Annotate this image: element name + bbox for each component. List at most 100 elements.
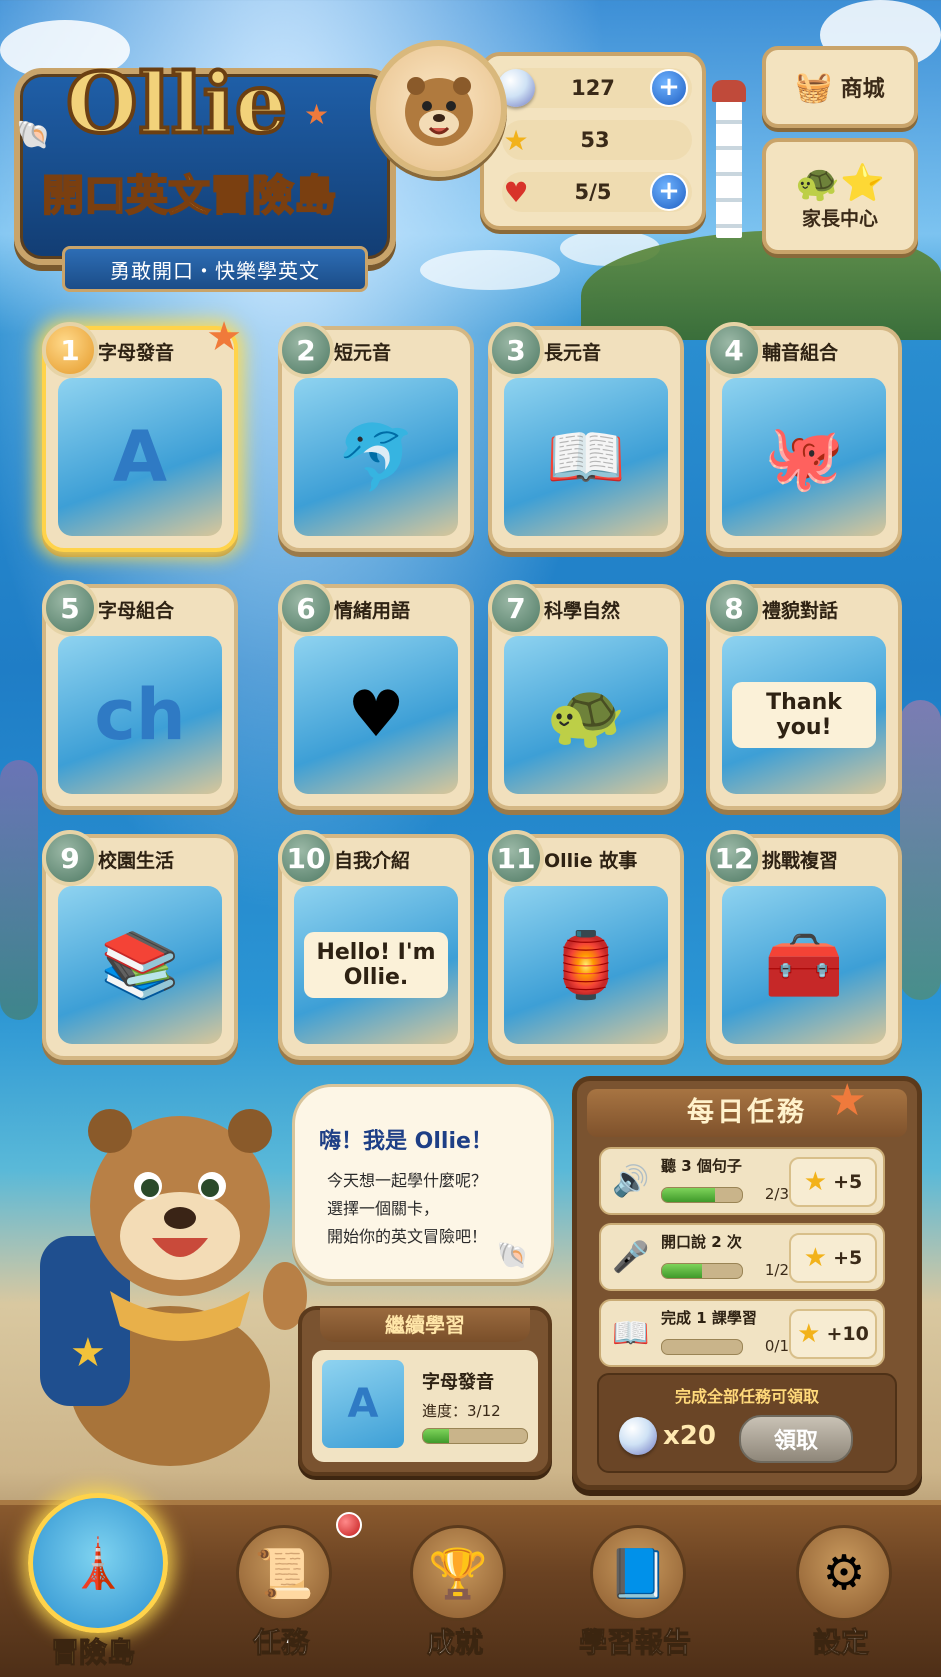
daily-tasks-panel: 每日任務 ★ 🔊 聽 3 個句子 2/3 ★ +5 🎤 開口說 2 次 1/2 ★… xyxy=(572,1075,922,1490)
level-card-10[interactable]: 10 自我介紹 Hello! I'm Ollie. xyxy=(278,830,474,1060)
level-number: 3 xyxy=(488,322,544,378)
task-count: 0/1 xyxy=(764,1337,789,1355)
lesson-progress-fill xyxy=(423,1429,449,1443)
task-reward: ★ +5 xyxy=(789,1233,877,1283)
logo-subtitle: 開口英文冒險島 xyxy=(41,170,337,221)
pearl-stat: 127 + xyxy=(497,68,692,108)
speaker-icon: 🔊 xyxy=(612,1163,650,1199)
task-progress-bar xyxy=(661,1187,743,1203)
level-card-5[interactable]: 5 字母組合 ch xyxy=(42,580,238,810)
level-title: 字母組合 xyxy=(98,600,175,622)
level-card-3[interactable]: 3 長元音 📖 xyxy=(488,322,684,552)
speech-line: 今天想一起學什麼呢？ xyxy=(327,1171,488,1190)
level-card-12[interactable]: 12 挑戰複習 🧰 xyxy=(706,830,902,1060)
all-tasks-reward: 完成全部任務可領取 x20 領取 xyxy=(597,1373,897,1473)
level-number: 11 xyxy=(488,830,544,886)
level-number: 8 xyxy=(706,580,762,636)
level-illustration: 🐢 xyxy=(504,636,668,794)
pearl-basket-icon: 🧺 xyxy=(795,69,833,105)
nav-adventure-island[interactable]: 🗼 冒險島 xyxy=(18,1493,168,1670)
task-lesson[interactable]: 📖 完成 1 課學習 0/1 ★ +10 xyxy=(599,1299,885,1367)
logo-title: Ollie xyxy=(64,54,289,154)
trophy-icon: 🏆 xyxy=(410,1525,506,1621)
level-card-1[interactable]: 1 字母發音 A ★ xyxy=(42,314,242,552)
logo-ribbon: 勇敢開口・快樂學英文 xyxy=(62,246,368,292)
reward-pearl-count: x20 xyxy=(663,1421,716,1451)
speech-line: 選擇一個關卡， xyxy=(327,1199,440,1218)
add-hearts-button[interactable]: + xyxy=(650,173,688,211)
level-illustration: A xyxy=(58,378,222,536)
level-number: 5 xyxy=(42,580,98,636)
continue-learning-card[interactable]: 繼續學習 A 字母發音 進度：3/12 xyxy=(298,1306,552,1476)
level-icon: ch xyxy=(94,674,186,756)
level-card-9[interactable]: 9 校園生活 📚 xyxy=(42,830,238,1060)
map-scroll-icon: 📜 xyxy=(236,1525,332,1621)
level-card-8[interactable]: 8 禮貌對話 Thank you! xyxy=(706,580,902,810)
level-icon: 🏮 xyxy=(546,928,626,1003)
nav-learning-report[interactable]: 📘 學習報告 xyxy=(560,1525,710,1665)
ollie-mascot: ★ xyxy=(30,1086,310,1466)
nav-settings[interactable]: ⚙ 設定 xyxy=(766,1525,916,1665)
speech-title: 嗨！我是 Ollie！ xyxy=(319,1129,493,1154)
coral-left xyxy=(0,760,38,1020)
otter-mascot-icon: ★ xyxy=(40,1109,307,1466)
level-card-11[interactable]: 11 Ollie 故事 🏮 xyxy=(488,830,684,1060)
level-card-2[interactable]: 2 短元音 🐬 xyxy=(278,322,474,552)
star-icon: ★ xyxy=(803,1243,828,1273)
level-number: 1 xyxy=(42,322,98,378)
player-avatar[interactable] xyxy=(370,40,507,177)
level-number: 4 xyxy=(706,322,762,378)
level-card-6[interactable]: 6 情緒用語 ♥ xyxy=(278,580,474,810)
level-icon: A xyxy=(112,416,168,498)
level-title: 校園生活 xyxy=(98,850,175,872)
shop-button[interactable]: 🧺 商城 xyxy=(762,46,918,128)
lesson-name: 字母發音 xyxy=(422,1372,494,1393)
level-card-7[interactable]: 7 科學自然 🐢 xyxy=(488,580,684,810)
level-title: Ollie 故事 xyxy=(544,850,638,872)
lighthouse xyxy=(712,80,746,238)
level-illustration: ♥ xyxy=(294,636,458,794)
starfish-icon: ★ xyxy=(206,314,242,360)
add-pearls-button[interactable]: + xyxy=(650,69,688,107)
otter-face-icon xyxy=(404,76,473,146)
task-label: 完成 1 課學習 xyxy=(661,1309,757,1327)
nav-label: 冒險島 xyxy=(50,1636,135,1670)
lesson-thumbnail: A xyxy=(322,1360,404,1448)
nav-label: 設定 xyxy=(812,1626,869,1660)
speech-bubble: 嗨！我是 Ollie！ 今天想一起學什麼呢？ 選擇一個關卡， 開始你的英文冒險吧… xyxy=(292,1084,554,1282)
level-icon: 🐙 xyxy=(764,420,844,495)
letter-a-icon: A xyxy=(347,1381,379,1427)
task-speak[interactable]: 🎤 開口說 2 次 1/2 ★ +5 xyxy=(599,1223,885,1291)
task-progress-fill xyxy=(662,1188,716,1202)
cloud xyxy=(420,250,560,290)
nav-achievements[interactable]: 🏆 成就 xyxy=(380,1525,530,1665)
claim-button[interactable]: 領取 xyxy=(739,1415,853,1463)
lesson-progress-bar xyxy=(422,1428,528,1444)
parent-center-button[interactable]: 🐢⭐ 家長中心 xyxy=(762,138,918,254)
level-icon: ♥ xyxy=(347,678,405,752)
level-illustration: 🏮 xyxy=(504,886,668,1044)
level-title: 短元音 xyxy=(334,342,392,364)
game-logo: Ollie 開口英文冒險島 勇敢開口・快樂學英文 🐚 ★ xyxy=(14,38,396,292)
level-title: 情緒用語 xyxy=(334,600,411,622)
level-card-4[interactable]: 4 輔音組合 🐙 xyxy=(706,322,902,552)
task-listen[interactable]: 🔊 聽 3 個句子 2/3 ★ +5 xyxy=(599,1147,885,1215)
speech-line: 開始你的英文冒險吧！ xyxy=(327,1227,488,1246)
level-number: 9 xyxy=(42,830,98,886)
level-icon: 🐢 xyxy=(546,678,626,753)
continue-body: A 字母發音 進度：3/12 xyxy=(312,1350,538,1462)
stats-panel: 127 + ★ 53 ♥ 5/5 + xyxy=(480,52,706,230)
nav-label: 學習報告 xyxy=(578,1626,691,1660)
level-icon: 🧰 xyxy=(764,928,844,1003)
shop-label: 商城 xyxy=(840,77,885,102)
task-label: 開口說 2 次 xyxy=(661,1233,742,1251)
level-number: 7 xyxy=(488,580,544,636)
book-icon: 📘 xyxy=(590,1525,686,1621)
shell-icon: 🐚 xyxy=(496,1241,529,1271)
level-title: 禮貌對話 xyxy=(762,600,839,622)
level-number: 10 xyxy=(278,830,334,886)
bottom-nav: 🗼 冒險島 📜 任務 🏆 成就 📘 學習報告 ⚙ 設定 xyxy=(0,1493,941,1677)
task-progress-bar xyxy=(661,1263,743,1279)
level-number: 2 xyxy=(278,322,334,378)
nav-tasks[interactable]: 📜 任務 xyxy=(206,1525,356,1665)
